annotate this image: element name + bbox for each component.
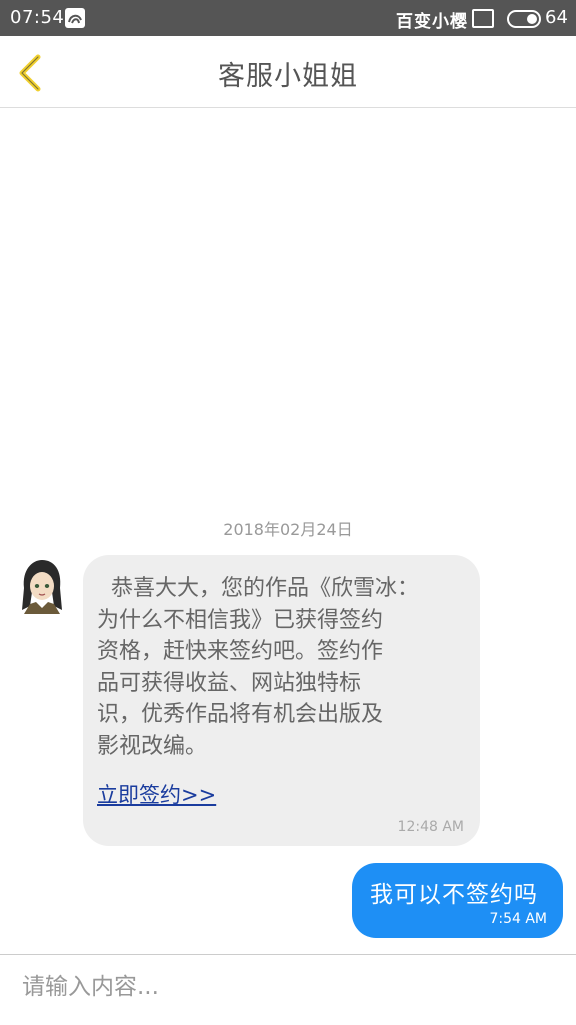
incoming-message-text: 恭喜大大，您的作品《欣雪冰： 为什么不相信我》已获得签约 资格，赶快来签约吧。签… xyxy=(97,576,420,759)
incoming-message-time: 12:48 AM xyxy=(397,819,464,835)
agent-avatar[interactable] xyxy=(18,558,66,614)
outgoing-message-text: 我可以不签约吗 xyxy=(370,882,538,908)
chat-area[interactable]: 2018年02月24日 恭喜大大，您的作品《欣雪冰： 为什么不相信我》已获得签约… xyxy=(0,108,576,954)
status-carrier: 百变小樱 xyxy=(396,12,468,32)
date-separator: 2018年02月24日 xyxy=(223,520,353,539)
page-title: 客服小姐姐 xyxy=(218,61,358,92)
screen-icon xyxy=(472,9,494,28)
incoming-message-bubble: 恭喜大大，您的作品《欣雪冰： 为什么不相信我》已获得签约 资格，赶快来签约吧。签… xyxy=(83,555,480,846)
outgoing-message-bubble: 我可以不签约吗 7:54 AM xyxy=(352,863,563,938)
title-bar: 客服小姐姐 xyxy=(0,36,576,108)
outgoing-message-time: 7:54 AM xyxy=(489,911,547,927)
sign-contract-link[interactable]: 立即签约>> xyxy=(97,779,216,809)
input-bar xyxy=(0,954,576,1025)
app-notification-icon xyxy=(65,8,85,28)
battery-level: 64 xyxy=(545,7,568,28)
status-time: 07:54 xyxy=(10,7,65,28)
toggle-icon xyxy=(507,10,541,28)
message-input[interactable] xyxy=(22,967,552,1007)
status-bar: 07:54 百变小樱 64 xyxy=(0,0,576,36)
